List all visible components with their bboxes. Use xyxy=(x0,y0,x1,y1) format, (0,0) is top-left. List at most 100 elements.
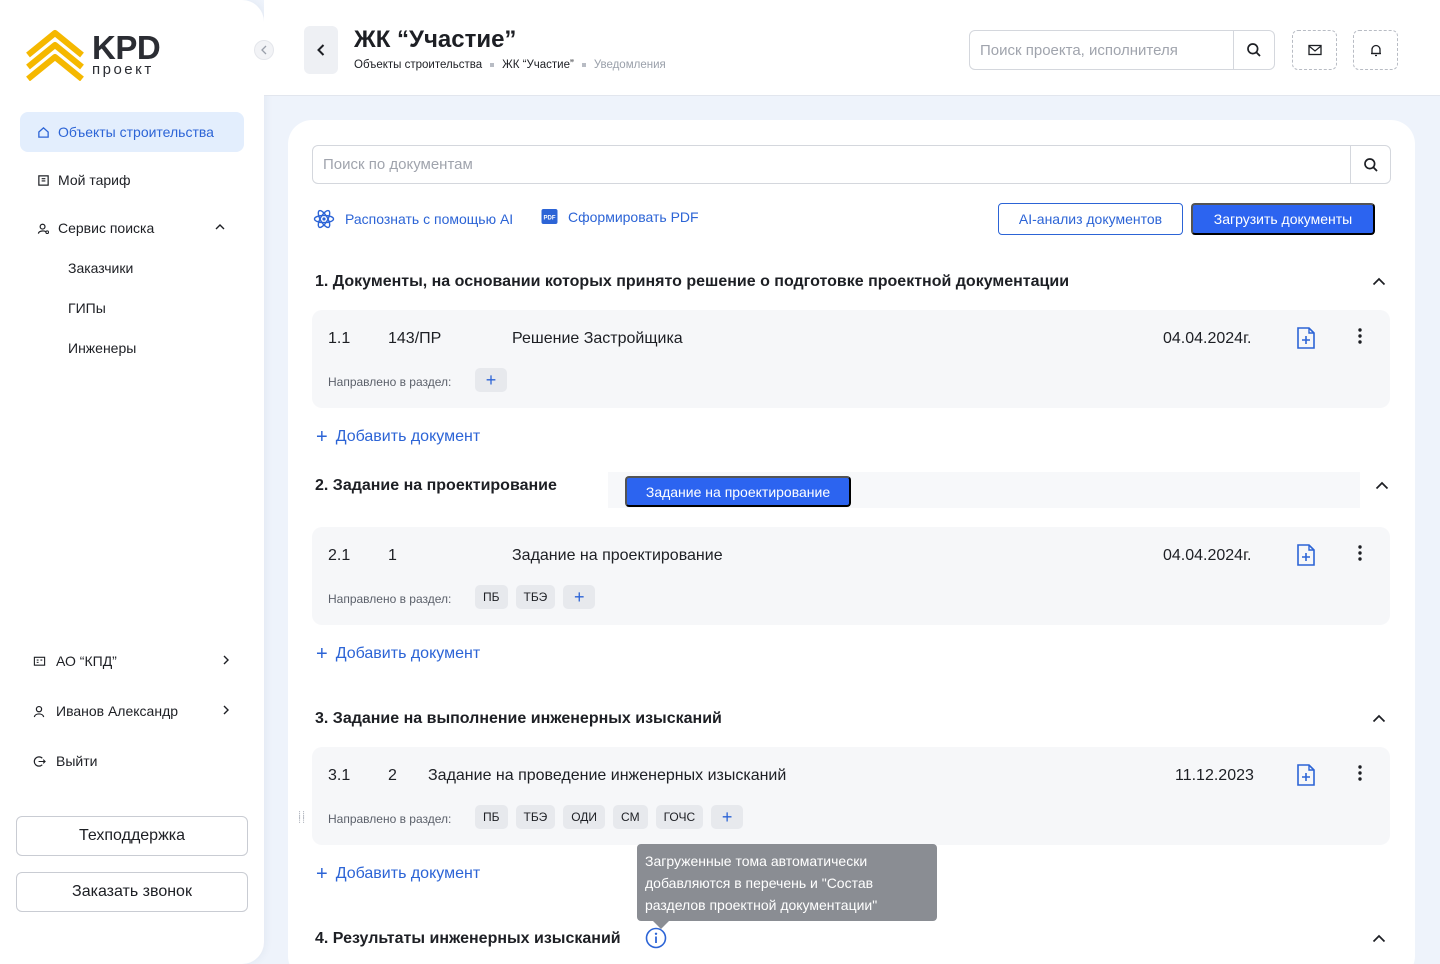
file-add-icon[interactable] xyxy=(1296,543,1316,572)
ai-analysis-button[interactable]: AI-анализ документов xyxy=(998,203,1183,235)
section-tag[interactable]: ОДИ xyxy=(563,805,606,829)
company-icon xyxy=(32,654,46,668)
generate-pdf-label: Сформировать PDF xyxy=(568,208,699,225)
chevron-left-icon xyxy=(317,44,325,56)
add-document-link[interactable]: + Добавить документ xyxy=(316,427,480,447)
sidebar-subitem-customers[interactable]: Заказчики xyxy=(68,260,133,276)
logo[interactable]: KPD проект xyxy=(24,27,161,81)
breadcrumb-item[interactable]: Объекты строительства xyxy=(354,59,482,71)
section-tag[interactable]: ПБ xyxy=(475,585,508,609)
chevron-left-icon xyxy=(261,45,267,55)
sidebar-company[interactable]: АО “КПД” xyxy=(32,653,238,669)
chevron-up-icon[interactable] xyxy=(1371,930,1387,946)
document-code: 143/ПР xyxy=(388,330,442,347)
pdf-icon: PDF xyxy=(541,208,558,225)
back-button[interactable] xyxy=(304,26,338,74)
add-tag-button[interactable]: + xyxy=(475,368,507,392)
add-document-label: Добавить документ xyxy=(335,645,481,662)
add-document-label: Добавить документ xyxy=(335,865,481,882)
more-vertical-icon[interactable] xyxy=(1358,328,1362,349)
section-tags: + xyxy=(475,368,507,392)
sidebar-subitem-gips[interactable]: ГИПы xyxy=(68,300,106,316)
chevron-up-icon[interactable] xyxy=(214,220,226,236)
document-search-input[interactable] xyxy=(313,146,1351,183)
breadcrumb-item[interactable]: ЖК “Участие” xyxy=(502,59,574,71)
section-tag[interactable]: ПБ xyxy=(475,805,508,829)
upload-documents-button[interactable]: Загрузить документы xyxy=(1191,203,1375,235)
tariff-icon xyxy=(36,173,50,187)
document-search-button[interactable] xyxy=(1351,146,1390,183)
sidebar: KPD проект Объекты строительства Мой тар… xyxy=(0,0,264,964)
chevron-right-icon xyxy=(220,703,232,719)
svg-text:PDF: PDF xyxy=(544,216,556,222)
section-title[interactable]: 4. Результаты инженерных изысканий xyxy=(315,930,621,948)
document-number: 3.1 xyxy=(328,767,351,784)
section-title[interactable]: 3. Задание на выполнение инженерных изыс… xyxy=(315,710,722,728)
company-label: АО “КПД” xyxy=(56,653,117,669)
support-button[interactable]: Техподдержка xyxy=(16,816,248,856)
section-title[interactable]: 2. Задание на проектирование xyxy=(315,477,557,495)
section-tag[interactable]: ТБЭ xyxy=(515,585,556,609)
mail-icon xyxy=(1307,44,1322,56)
sidebar-item-label: Объекты строительства xyxy=(58,124,214,140)
logout-label: Выйти xyxy=(56,753,98,769)
recognize-ai-label: Распознать с помощью AI xyxy=(345,211,514,227)
document-row[interactable]: 3.1 2 Задание на проведение инженерных и… xyxy=(312,747,1390,845)
section-tag[interactable]: ГОЧС xyxy=(655,805,704,829)
atom-icon xyxy=(313,208,335,230)
search-icon xyxy=(1363,157,1378,172)
drag-handle-icon[interactable]: ⁞⁞ ⁞⁞ xyxy=(298,811,306,826)
file-add-icon[interactable] xyxy=(1296,763,1316,792)
sidebar-item-label: Мой тариф xyxy=(58,172,131,188)
sidebar-item-tariff[interactable]: Мой тариф xyxy=(20,160,244,200)
more-vertical-icon[interactable] xyxy=(1358,545,1362,566)
section-tag[interactable]: ТБЭ xyxy=(515,805,556,829)
home-icon xyxy=(36,125,50,139)
add-document-link[interactable]: + Добавить документ xyxy=(316,864,480,884)
sidebar-item-search-service[interactable]: Сервис поиска xyxy=(20,208,244,248)
document-row[interactable]: 1.1 143/ПР Решение Застройщика 04.04.202… xyxy=(312,310,1390,408)
generate-pdf-link[interactable]: PDF Сформировать PDF xyxy=(541,208,699,225)
section-title[interactable]: 1. Документы, на основании которых приня… xyxy=(315,273,1069,291)
callback-button[interactable]: Заказать звонок xyxy=(16,872,248,912)
design-assignment-button[interactable]: Задание на проектирование xyxy=(625,476,851,507)
chevron-up-icon[interactable] xyxy=(1371,710,1387,726)
recognize-ai-link[interactable]: Распознать с помощью AI xyxy=(313,208,513,230)
sidebar-collapse-button[interactable] xyxy=(254,40,274,60)
document-search xyxy=(312,145,1391,184)
document-row[interactable]: 2.1 1 Задание на проектирование 04.04.20… xyxy=(312,527,1390,625)
user-name: Иванов Александр xyxy=(56,703,179,719)
direction-label: Направлено в раздел: xyxy=(328,375,452,389)
chevron-up-icon[interactable] xyxy=(1374,477,1390,493)
documents-card: Распознать с помощью AI PDF Сформировать… xyxy=(288,120,1415,964)
file-add-icon[interactable] xyxy=(1296,326,1316,355)
document-code: 2 xyxy=(388,767,397,784)
sidebar-user[interactable]: Иванов Александр xyxy=(32,703,238,719)
add-tag-button[interactable]: + xyxy=(563,585,596,609)
project-search-input[interactable] xyxy=(970,31,1234,69)
user-search-icon xyxy=(36,221,50,235)
info-icon[interactable] xyxy=(645,927,667,954)
direction-label: Направлено в раздел: xyxy=(328,592,452,606)
project-search xyxy=(969,30,1275,70)
plus-icon: + xyxy=(316,426,328,448)
add-document-link[interactable]: + Добавить документ xyxy=(316,644,480,664)
add-tag-button[interactable]: + xyxy=(711,805,744,829)
sidebar-logout[interactable]: Выйти xyxy=(32,753,238,769)
add-document-label: Добавить документ xyxy=(335,428,481,445)
sidebar-item-label: Сервис поиска xyxy=(58,220,155,236)
logout-icon xyxy=(32,754,46,768)
section-tag[interactable]: СМ xyxy=(613,805,648,829)
sidebar-subitem-engineers[interactable]: Инженеры xyxy=(68,340,136,356)
document-code: 1 xyxy=(388,547,397,564)
notifications-button[interactable] xyxy=(1353,30,1398,70)
chevron-up-icon[interactable] xyxy=(1371,273,1387,289)
document-number: 1.1 xyxy=(328,330,351,347)
more-vertical-icon[interactable] xyxy=(1358,765,1362,786)
project-search-button[interactable] xyxy=(1234,31,1274,69)
page-title: ЖК “Участие” xyxy=(354,26,517,53)
document-name: Задание на проведение инженерных изыскан… xyxy=(428,767,787,784)
sidebar-item-objects[interactable]: Объекты строительства xyxy=(20,112,244,152)
messages-button[interactable] xyxy=(1292,30,1337,70)
section-tags: ПБ ТБЭ + xyxy=(475,585,596,609)
